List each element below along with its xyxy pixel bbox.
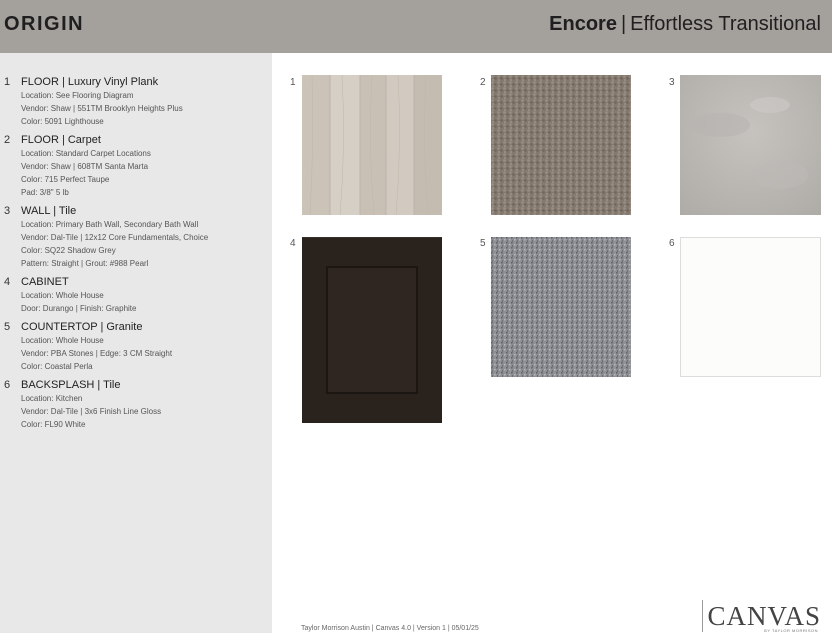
spec-item-title: COUNTERTOP | Granite: [21, 321, 143, 333]
spec-item-line: Pattern: Straight | Grout: #988 Pearl: [21, 259, 149, 268]
spec-item-line: Location: Whole House: [21, 336, 104, 345]
spec-item-line: Color: Coastal Perla: [21, 362, 93, 371]
spec-item-number: 1: [4, 76, 11, 88]
spec-item-line: Door: Durango | Finish: Graphite: [21, 304, 137, 313]
spec-item-title: BACKSPLASH | Tile: [21, 379, 121, 391]
wood-plank-swatch-icon: [302, 75, 442, 215]
spec-item-number: 3: [4, 205, 11, 217]
cabinet-door-swatch-icon: [302, 237, 442, 423]
spec-item-line: Location: Standard Carpet Locations: [21, 149, 151, 158]
collection-name: Effortless Transitional: [630, 13, 821, 35]
spec-item-line: Color: 715 Perfect Taupe: [21, 175, 110, 184]
spec-item-line: Color: FL90 White: [21, 420, 86, 429]
swatch-number: 5: [480, 238, 486, 249]
spec-item-line: Vendor: Dal-Tile | 3x6 Finish Line Gloss: [21, 407, 162, 416]
swatch-number: 3: [669, 77, 675, 88]
spec-item-title: CABINET: [21, 276, 69, 288]
spec-item-number: 4: [4, 276, 11, 288]
spec-item-number: 6: [4, 379, 11, 391]
swatch-number: 6: [669, 238, 675, 249]
spec-item-line: Location: Whole House: [21, 291, 104, 300]
brand-name: ORIGIN: [4, 13, 85, 35]
page-footer: Taylor Morrison Austin | Canvas 4.0 | Ve…: [301, 625, 479, 632]
collection-separator: |: [620, 13, 627, 35]
spec-item-line: Color: SQ22 Shadow Grey: [21, 246, 116, 255]
canvas-logo-subtext: BY TAYLOR MORRISON: [764, 628, 818, 633]
spec-item-line: Location: Kitchen: [21, 394, 83, 403]
collection-bold: Encore: [549, 13, 617, 35]
spec-item-number: 5: [4, 321, 11, 333]
spec-item-line: Pad: 3/8" 5 lb: [21, 188, 69, 197]
spec-item-line: Color: 5091 Lighthouse: [21, 117, 104, 126]
spec-item-title: WALL | Tile: [21, 205, 77, 217]
swatch-number: 2: [480, 77, 486, 88]
spec-item-title: FLOOR | Luxury Vinyl Plank: [21, 76, 159, 88]
carpet-swatch-icon: [491, 75, 631, 215]
collection-title: Encore | Effortless Transitional: [549, 13, 821, 36]
swatch-number: 1: [290, 77, 296, 88]
spec-item-title: FLOOR | Carpet: [21, 134, 101, 146]
spec-item-line: Vendor: Shaw | 551TM Brooklyn Heights Pl…: [21, 104, 183, 113]
granite-swatch-icon: [491, 237, 631, 377]
page-header: ORIGIN Encore | Effortless Transitional: [0, 0, 832, 53]
spec-item-line: Location: Primary Bath Wall, Secondary B…: [21, 220, 199, 229]
spec-item-line: Vendor: PBA Stones | Edge: 3 CM Straight: [21, 349, 173, 358]
spec-item-line: Vendor: Dal-Tile | 12x12 Core Fundamenta…: [21, 233, 209, 242]
spec-sidebar: 1 FLOOR | Luxury Vinyl Plank Location: S…: [0, 53, 272, 633]
swatch-number: 4: [290, 238, 296, 249]
white-tile-swatch-icon: [680, 237, 821, 377]
stone-tile-swatch-icon: [680, 75, 821, 215]
spec-item-number: 2: [4, 134, 11, 146]
spec-item-line: Location: See Flooring Diagram: [21, 91, 134, 100]
spec-item-line: Vendor: Shaw | 608TM Santa Marta: [21, 162, 149, 171]
